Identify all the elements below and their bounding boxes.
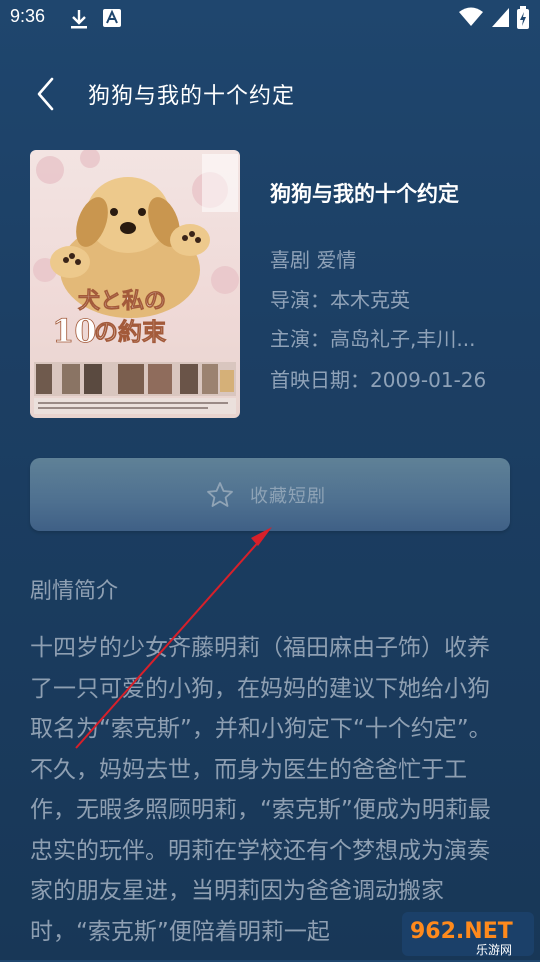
poster-title-number: 10 bbox=[52, 312, 97, 350]
movie-director: 导演：本木克英 bbox=[270, 288, 410, 312]
header: 狗狗与我的十个约定 bbox=[0, 62, 540, 126]
status-bar: 9:36 bbox=[0, 0, 540, 36]
back-arrow-icon[interactable] bbox=[30, 76, 64, 112]
poster-title-line2: の約束 bbox=[94, 317, 167, 346]
movie-release-date: 首映日期：2009-01-26 bbox=[270, 368, 487, 392]
page-title: 狗狗与我的十个约定 bbox=[88, 84, 296, 109]
notification-a-icon bbox=[103, 9, 121, 27]
synopsis-text: 十四岁的少女齐藤明莉（福田麻由子饰）收养了一只可爱的小狗，在妈妈的建议下她给小狗… bbox=[30, 635, 492, 945]
favorite-button[interactable]: 收藏短剧 bbox=[30, 458, 510, 531]
watermark-logo: 962.NET 乐游网 bbox=[400, 910, 536, 958]
favorite-button-label: 收藏短剧 bbox=[250, 486, 326, 507]
movie-poster: 犬と私の 10 の約束 bbox=[30, 150, 240, 418]
watermark-sub: 乐游网 bbox=[476, 943, 512, 957]
movie-cast: 主演：高岛礼子,丰川... bbox=[270, 327, 476, 351]
poster-title-line1: 犬と私の bbox=[78, 288, 166, 314]
watermark-text: 962.NET bbox=[410, 919, 513, 944]
download-icon bbox=[71, 10, 87, 29]
wifi-icon bbox=[459, 7, 483, 26]
signal-icon bbox=[492, 8, 509, 27]
battery-icon bbox=[517, 6, 529, 29]
status-time: 9:36 bbox=[10, 6, 46, 26]
star-icon bbox=[207, 482, 233, 507]
movie-genre: 喜剧 爱情 bbox=[270, 248, 357, 272]
movie-title: 狗狗与我的十个约定 bbox=[270, 182, 459, 206]
synopsis-heading: 剧情简介 bbox=[30, 579, 119, 604]
